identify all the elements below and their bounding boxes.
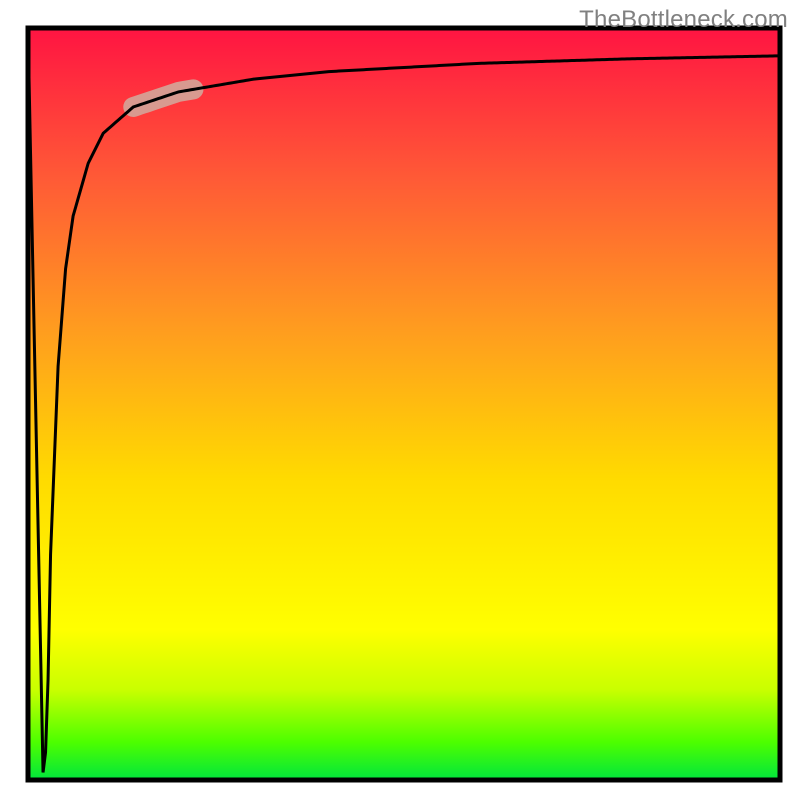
plot-area — [28, 28, 780, 780]
gradient-background — [28, 28, 780, 780]
bottleneck-chart — [0, 0, 800, 800]
watermark-text: TheBottleneck.com — [579, 6, 788, 34]
